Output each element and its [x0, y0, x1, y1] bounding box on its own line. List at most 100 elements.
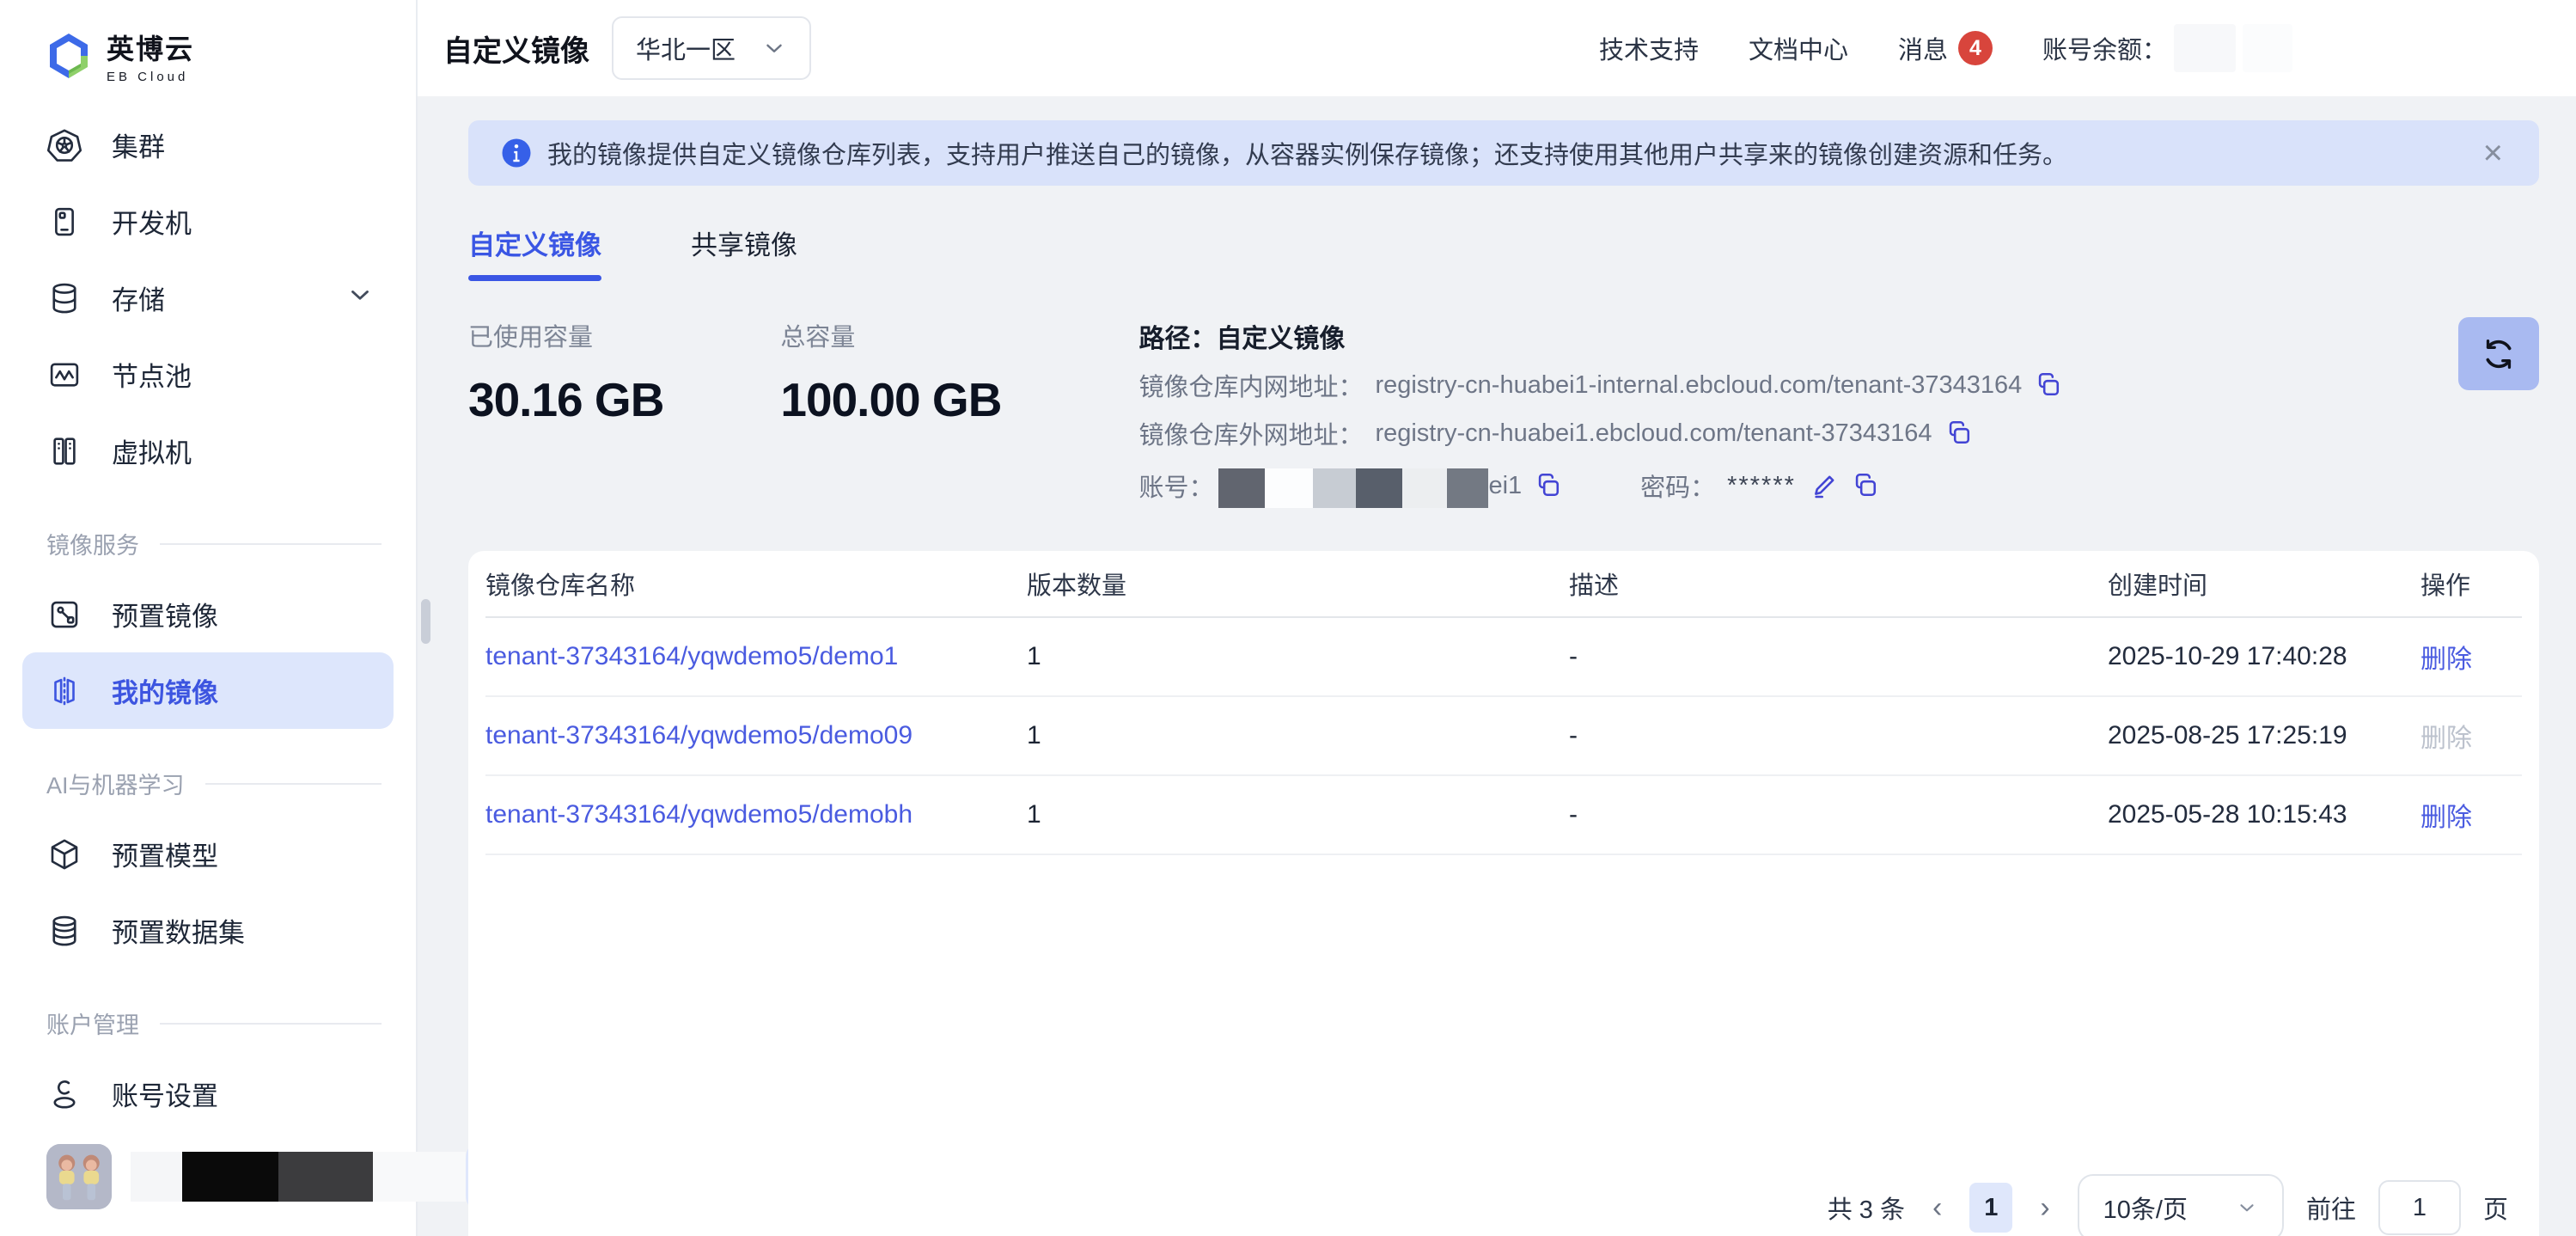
table-row: tenant-37343164/yqwdemo5/demo1 1 - 2025-… — [485, 618, 2522, 697]
brand-logo-icon — [46, 32, 91, 80]
refresh-button[interactable] — [2458, 317, 2539, 390]
delete-button[interactable]: 删除 — [2420, 796, 2522, 834]
image-table: 镜像仓库名称 版本数量 描述 创建时间 操作 tenant-37343164/y… — [468, 551, 2539, 1236]
tabs: 自定义镜像 共享镜像 — [468, 223, 2539, 281]
sidebar: 英博云 EB Cloud 集群 开发机 存储 — [0, 0, 418, 1236]
table-row: tenant-37343164/yqwdemo5/demo09 1 - 2025… — [485, 697, 2522, 776]
sidebar-item-preset-datasets[interactable]: 预置数据集 — [22, 892, 394, 969]
region-selector[interactable]: 华北一区 — [612, 16, 811, 80]
redacted-balance — [2174, 24, 2236, 72]
region-value: 华北一区 — [636, 30, 736, 66]
sidebar-item-label: 预置数据集 — [112, 911, 245, 950]
brand-logo[interactable]: 英博云 EB Cloud — [0, 21, 416, 107]
preset-dataset-icon — [46, 913, 82, 949]
sidebar-item-label: 开发机 — [112, 202, 192, 241]
delete-button[interactable]: 删除 — [2420, 638, 2522, 676]
sidebar-item-preset-images[interactable]: 预置镜像 — [22, 576, 394, 652]
node-pool-icon — [46, 357, 82, 393]
refresh-icon — [2480, 335, 2518, 373]
app-root: 英博云 EB Cloud 集群 开发机 存储 — [0, 0, 2576, 1236]
current-page-button[interactable]: 1 — [1969, 1183, 2012, 1233]
version-count: 1 — [1027, 721, 1569, 750]
support-link[interactable]: 技术支持 — [1599, 30, 1699, 66]
external-address-value: registry-cn-huabei1.ebcloud.com/tenant-3… — [1375, 419, 1932, 448]
column-header-name: 镜像仓库名称 — [485, 566, 1027, 602]
repo-name-link[interactable]: tenant-37343164/yqwdemo5/demo1 — [485, 642, 1027, 671]
copy-icon[interactable] — [1534, 471, 1563, 500]
topbar: 自定义镜像 华北一区 技术支持 文档中心 消息 4 账号余额： — [418, 0, 2576, 96]
created-time: 2025-08-25 17:25:19 — [2108, 721, 2420, 750]
banner-text: 我的镜像提供自定义镜像仓库列表，支持用户推送自己的镜像，从容器实例保存镜像；还支… — [547, 135, 2067, 171]
stat-label: 总容量 — [780, 317, 1001, 353]
sidebar-item-label: 存储 — [112, 278, 165, 317]
docs-link[interactable]: 文档中心 — [1749, 30, 1848, 66]
goto-page-input[interactable]: 1 — [2378, 1180, 2461, 1235]
dev-machine-icon — [46, 204, 82, 240]
prev-page-icon[interactable]: ‹ — [1927, 1191, 1947, 1225]
chevron-down-icon[interactable] — [345, 280, 375, 316]
copy-icon[interactable] — [2034, 370, 2063, 400]
edit-pencil-icon[interactable] — [1810, 471, 1839, 500]
main-area: 自定义镜像 华北一区 技术支持 文档中心 消息 4 账号余额： — [418, 0, 2576, 1236]
brand-subtitle: EB Cloud — [107, 70, 194, 84]
sidebar-item-storage[interactable]: 存储 — [22, 260, 394, 336]
created-time: 2025-05-28 10:15:43 — [2108, 800, 2420, 829]
sidebar-item-nodepool[interactable]: 节点池 — [22, 336, 394, 413]
preset-model-icon — [46, 836, 82, 872]
stat-total-capacity: 总容量 100.00 GB — [780, 317, 1001, 427]
next-page-icon[interactable]: › — [2035, 1191, 2054, 1225]
sidebar-item-account-settings[interactable]: 账号设置 — [22, 1055, 394, 1132]
sidebar-item-my-images[interactable]: 我的镜像 — [22, 652, 394, 729]
sidebar-item-preset-models[interactable]: 预置模型 — [22, 816, 394, 892]
account-visible-suffix: ei1 — [1488, 472, 1522, 500]
stat-label: 已使用容量 — [468, 317, 663, 353]
column-header-description: 描述 — [1569, 566, 2108, 602]
stat-value: 30.16 GB — [468, 372, 663, 427]
password-masked-value: ****** — [1727, 472, 1796, 500]
sidebar-item-label: 预置模型 — [112, 835, 218, 873]
copy-icon[interactable] — [1944, 419, 1974, 448]
content: 我的镜像提供自定义镜像仓库列表，支持用户推送自己的镜像，从容器实例保存镜像；还支… — [418, 96, 2576, 1236]
created-time: 2025-10-29 17:40:28 — [2108, 642, 2420, 671]
sidebar-item-vm[interactable]: 虚拟机 — [22, 413, 394, 489]
info-banner: 我的镜像提供自定义镜像仓库列表，支持用户推送自己的镜像，从容器实例保存镜像；还支… — [468, 120, 2539, 186]
sidebar-item-label: 节点池 — [112, 355, 192, 394]
redacted-balance — [2243, 24, 2292, 72]
user-profile[interactable] — [46, 1140, 385, 1214]
copy-icon[interactable] — [1851, 471, 1880, 500]
chevron-down-icon — [2236, 1196, 2258, 1219]
account-label: 账号： — [1138, 468, 1213, 504]
redacted-account-text — [1218, 463, 1488, 508]
sidebar-item-label: 我的镜像 — [112, 671, 218, 710]
total-count: 共 3 条 — [1828, 1190, 1905, 1226]
chevron-down-icon — [761, 35, 787, 61]
column-header-created: 创建时间 — [2108, 566, 2420, 602]
path-label: 路径： — [1138, 317, 1216, 355]
brand-name: 英博云 — [107, 28, 194, 67]
table-row: tenant-37343164/yqwdemo5/demobh 1 - 2025… — [485, 776, 2522, 855]
section-divider — [160, 1023, 382, 1025]
repo-name-link[interactable]: tenant-37343164/yqwdemo5/demobh — [485, 800, 1027, 829]
sidebar-item-label: 虚拟机 — [112, 431, 192, 470]
description: - — [1569, 721, 2108, 750]
page-size-select[interactable]: 10条/页 — [2078, 1174, 2284, 1236]
virtual-machine-icon — [46, 433, 82, 469]
goto-suffix: 页 — [2483, 1190, 2508, 1226]
repo-name-link[interactable]: tenant-37343164/yqwdemo5/demo09 — [485, 721, 1027, 750]
close-icon[interactable]: × — [2480, 136, 2506, 170]
messages-link[interactable]: 消息 4 — [1898, 30, 1993, 66]
overview-row: 已使用容量 30.16 GB 总容量 100.00 GB 路径： 自定义镜像 镜… — [468, 317, 2539, 520]
tab-custom-images[interactable]: 自定义镜像 — [468, 223, 601, 281]
sidebar-item-devmachine[interactable]: 开发机 — [22, 183, 394, 260]
version-count: 1 — [1027, 642, 1569, 671]
avatar — [46, 1144, 112, 1209]
internal-address-label: 镜像仓库内网地址： — [1138, 367, 1363, 403]
sidebar-item-cluster[interactable]: 集群 — [22, 107, 394, 183]
sidebar-section-ai-ml: AI与机器学习 — [46, 767, 382, 800]
cluster-icon — [46, 127, 82, 163]
messages-label: 消息 — [1898, 30, 1948, 66]
tab-shared-images[interactable]: 共享镜像 — [691, 223, 797, 281]
section-label: AI与机器学习 — [46, 767, 185, 800]
page-title: 自定义镜像 — [443, 28, 589, 70]
sidebar-scrollbar[interactable] — [421, 599, 430, 644]
